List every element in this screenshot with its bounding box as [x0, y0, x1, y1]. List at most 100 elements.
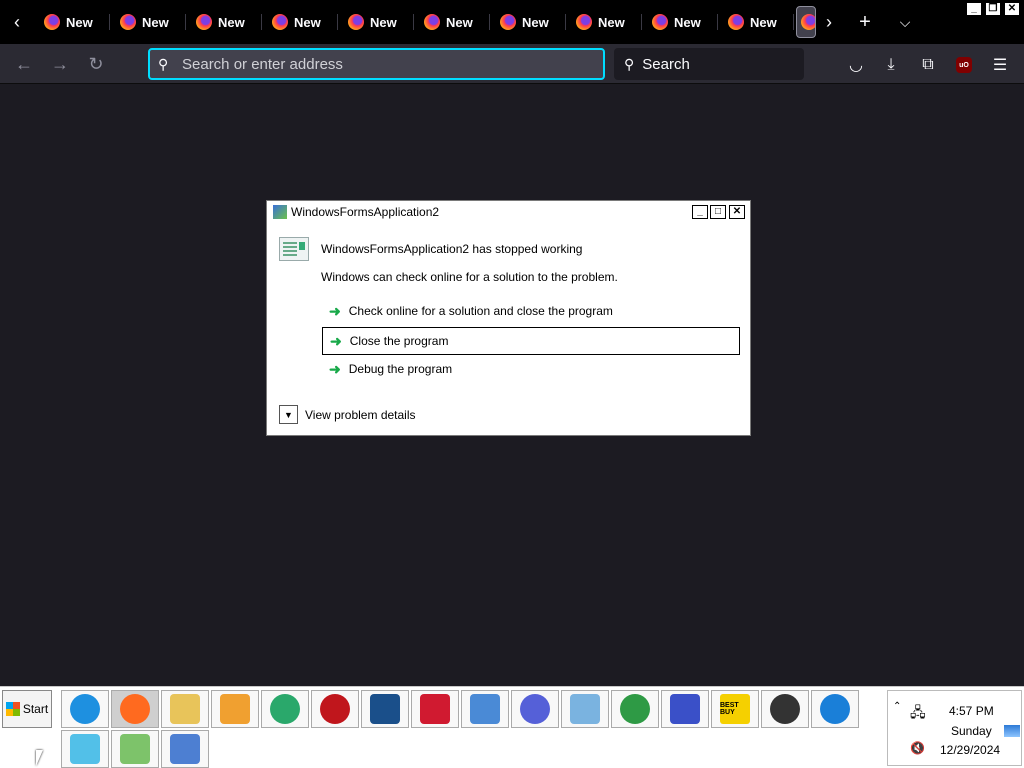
close-window-button[interactable]: ✕	[1004, 2, 1020, 16]
list-all-tabs-button[interactable]: ⌵	[889, 6, 921, 38]
ublock-icon: uO	[956, 57, 972, 73]
clock-date: 12/29/2024	[940, 743, 1001, 757]
berry-app-icon	[770, 694, 800, 724]
back-button[interactable]: ←	[10, 50, 38, 78]
package-icon	[120, 734, 150, 764]
tab-new-tab[interactable]: New	[566, 6, 640, 38]
file-explorer-icon	[170, 694, 200, 724]
dialog-title-bar: WindowsFormsApplication2 _ □ ✕	[267, 201, 750, 223]
taskbar-button-security-app[interactable]	[311, 690, 359, 728]
details-label: View problem details	[305, 407, 416, 422]
tab-label: New	[294, 14, 321, 30]
minimize-window-button[interactable]: _	[966, 2, 982, 16]
dialog-close-button[interactable]: ✕	[729, 205, 745, 219]
tab-label: New	[750, 14, 777, 30]
close-program-option[interactable]: ➜ Close the program	[322, 327, 740, 355]
check-online-option[interactable]: ➜ Check online for a solution and close …	[322, 297, 740, 325]
navigation-toolbar: ← → ↻ ⚲ ⚲ Search ◡ ⤓ ⧉ uO ☰	[0, 44, 1024, 84]
taskbar-button-best-buy[interactable]: BEST BUY	[711, 690, 759, 728]
desktop-icon[interactable]	[1004, 725, 1020, 737]
taskbar-button-bird-app[interactable]	[511, 690, 559, 728]
dialog-message: Windows can check online for a solution …	[321, 270, 618, 284]
firefox-icon	[576, 14, 592, 30]
start-label: Start	[22, 702, 49, 716]
scroll-tabs-left-button[interactable]: ‹	[2, 0, 32, 44]
security-app-icon	[320, 694, 350, 724]
ublock-origin-button[interactable]: uO	[951, 52, 977, 78]
tab-active[interactable]	[796, 6, 816, 38]
dialog-maximize-button[interactable]: □	[710, 205, 726, 219]
tab-new-tab[interactable]: New	[186, 6, 260, 38]
scroll-tabs-right-button[interactable]: ›	[814, 0, 844, 44]
search-bar[interactable]: ⚲ Search	[614, 48, 804, 80]
dialog-title: WindowsFormsApplication2	[291, 205, 440, 219]
tab-label: New	[674, 14, 701, 30]
forward-button[interactable]: →	[46, 50, 74, 78]
debug-program-option[interactable]: ➜ Debug the program	[322, 355, 740, 383]
taskbar-button-file-explorer[interactable]	[161, 690, 209, 728]
clock-day: Sunday	[951, 724, 992, 738]
taskbar-button-app-window[interactable]	[161, 730, 209, 768]
firefox-icon	[272, 14, 288, 30]
view-problem-details-toggle[interactable]: ▼ View problem details	[279, 405, 416, 424]
taskbar-button-video-editor[interactable]	[411, 690, 459, 728]
dialog-minimize-button[interactable]: _	[692, 205, 708, 219]
option-label: Debug the program	[348, 362, 453, 376]
tab-new-tab[interactable]: New	[110, 6, 184, 38]
system-tray: ⌃ 🖧 🔇 4:57 PM Sunday 12/29/2024	[887, 690, 1022, 766]
reload-button[interactable]: ↻	[82, 50, 110, 78]
taskbar-button-infinity-app[interactable]	[661, 690, 709, 728]
best-buy-icon: BEST BUY	[720, 694, 750, 724]
tab-new-tab[interactable]: New	[338, 6, 412, 38]
restore-window-button[interactable]: ❐	[985, 2, 1001, 16]
address-bar[interactable]: ⚲	[148, 48, 605, 80]
start-button[interactable]: Start	[2, 690, 52, 728]
tab-new-tab[interactable]: New	[414, 6, 488, 38]
taskbar-button-chrome[interactable]	[611, 690, 659, 728]
program-error-icon	[279, 237, 309, 261]
taskbar-button-paint[interactable]	[561, 690, 609, 728]
pocket-icon[interactable]: ◡	[843, 52, 869, 78]
taskbar-button-media-player[interactable]	[211, 690, 259, 728]
green-arrow-icon: ➜	[329, 302, 341, 319]
mouse-cursor	[36, 750, 50, 766]
tab-new-tab[interactable]: New	[262, 6, 336, 38]
firefox-icon	[120, 14, 136, 30]
network-icon[interactable]: 🖧	[910, 702, 926, 726]
taskbar-button-control-panel[interactable]	[461, 690, 509, 728]
tab-new-tab[interactable]: New	[718, 6, 792, 38]
taskbar-button-edge[interactable]	[261, 690, 309, 728]
menu-hamburger-icon[interactable]: ☰	[987, 52, 1013, 78]
taskbar-button-ie-blue[interactable]	[811, 690, 859, 728]
taskbar-button-package[interactable]	[111, 730, 159, 768]
search-icon: ⚲	[624, 55, 635, 72]
taskbar-button-berry-app[interactable]	[761, 690, 809, 728]
downloads-icon[interactable]: ⤓	[878, 52, 904, 78]
tab-strip: ‹ New New New New New New New New New New › + ⌵ _…	[0, 0, 1024, 44]
chevron-down-icon: ▼	[279, 405, 298, 424]
app-window-icon	[170, 734, 200, 764]
ie-blue-icon	[820, 694, 850, 724]
address-input[interactable]	[182, 55, 582, 73]
extensions-icon[interactable]: ⧉	[915, 52, 941, 78]
taskbar-button-shield-app[interactable]	[361, 690, 409, 728]
tab-new-tab[interactable]: New	[642, 6, 716, 38]
internet-explorer-icon	[70, 694, 100, 724]
tab-new-tab[interactable]: New	[490, 6, 564, 38]
tab-new-tab[interactable]: New	[34, 6, 108, 38]
taskbar-button-internet-explorer[interactable]	[61, 690, 109, 728]
search-bar-label: Search	[642, 55, 690, 73]
video-editor-icon	[420, 694, 450, 724]
taskbar-button-recycle-bin[interactable]	[61, 730, 109, 768]
taskbar-button-firefox[interactable]	[111, 690, 159, 728]
chrome-icon	[620, 694, 650, 724]
show-hidden-icons-button[interactable]: ⌃	[893, 701, 901, 712]
volume-muted-icon[interactable]: 🔇	[910, 741, 925, 755]
bird-app-icon	[520, 694, 550, 724]
tab-label: New	[598, 14, 625, 30]
recycle-bin-icon	[70, 734, 100, 764]
firefox-icon	[348, 14, 364, 30]
app-icon	[273, 205, 287, 219]
infinity-app-icon	[670, 694, 700, 724]
new-tab-button[interactable]: +	[849, 6, 881, 38]
